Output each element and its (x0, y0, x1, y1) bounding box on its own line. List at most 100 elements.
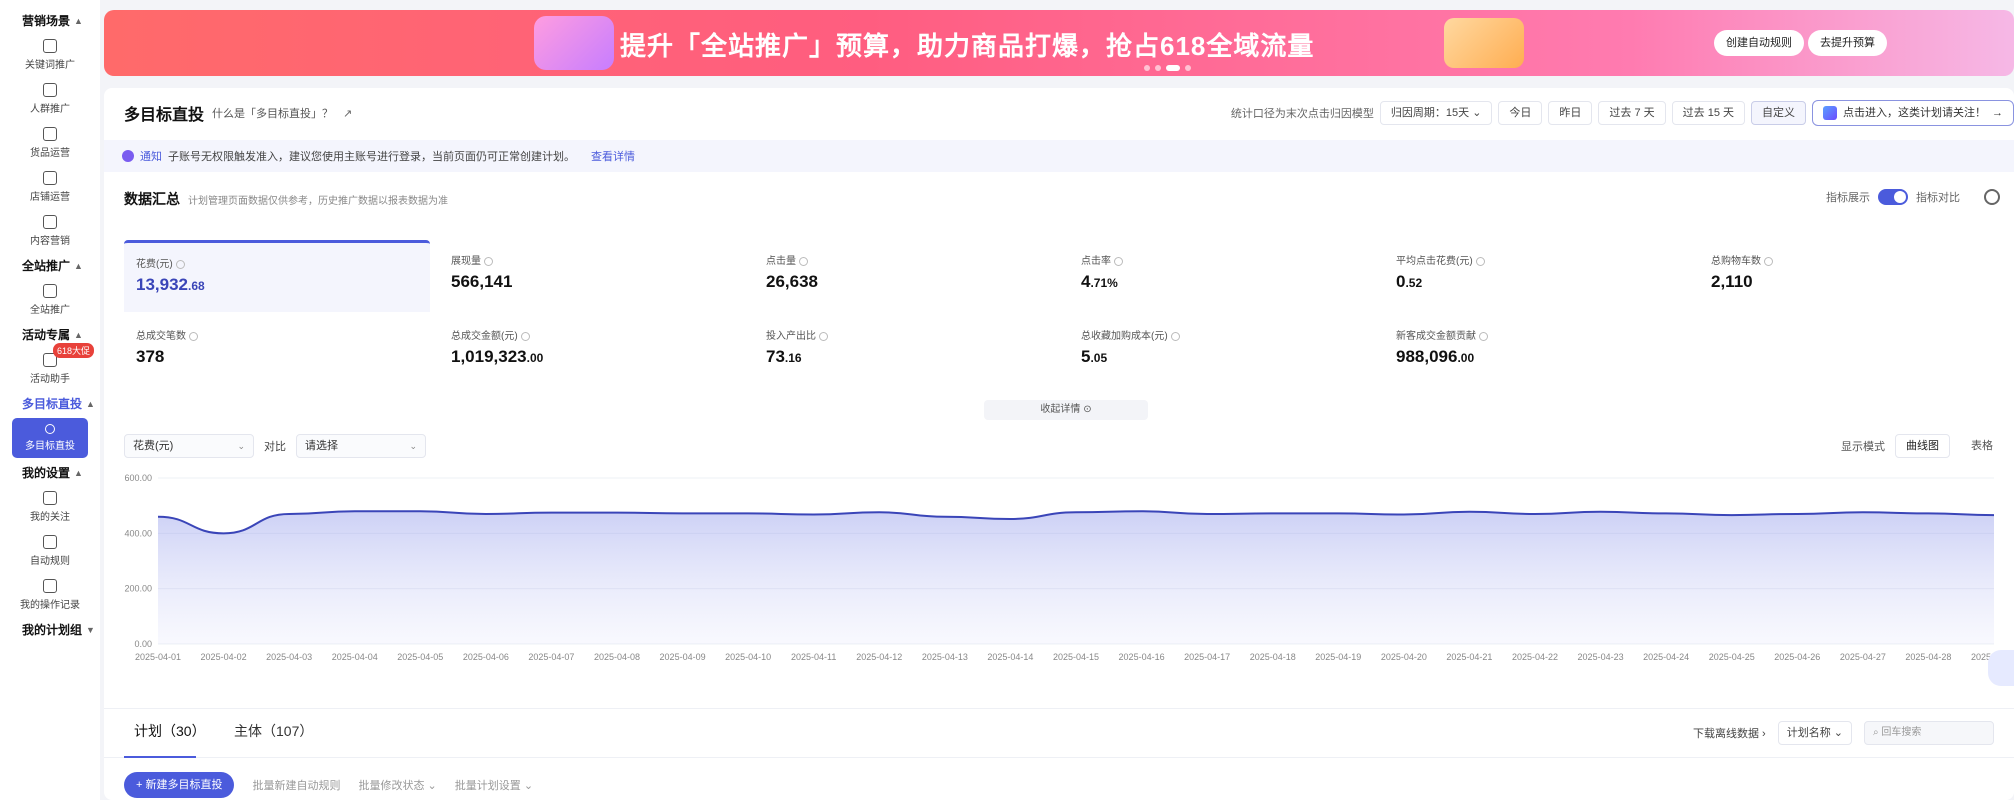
help-icon[interactable] (1170, 331, 1180, 341)
x-tick-label: 2025-04-27 (1840, 652, 1886, 662)
metric-label-text: 总成交笔数 (136, 331, 186, 342)
create-auto-rule-button[interactable]: 创建自动规则 (1714, 30, 1804, 56)
sidebar-item-label: 店铺运营 (30, 192, 70, 203)
metric-label-text: 总成交金额(元) (451, 331, 518, 342)
carousel-dot[interactable] (1144, 65, 1150, 71)
sidebar-item-op-log[interactable]: 我的操作记录 (0, 573, 100, 617)
x-tick-label: 2025-04-03 (266, 652, 312, 662)
sidebar: 营销场景 ▲ 关键词推广 人群推广 货品运营 店铺运营 内容营销 全站推广 ▲ 全站… (0, 0, 100, 800)
chevron-right-icon: › (1762, 728, 1766, 740)
range-15d[interactable]: 过去 15 天 (1671, 101, 1745, 125)
metric-int: 988,096 (1396, 347, 1458, 366)
help-icon[interactable] (799, 256, 808, 266)
help-icon[interactable] (175, 259, 185, 269)
batch-status-button[interactable]: 批量修改状态 ⌄ (358, 777, 436, 793)
x-tick-label: 2025-04-06 (463, 652, 509, 662)
carousel-dot[interactable] (1185, 65, 1191, 71)
mode-table-button[interactable]: 表格 (1960, 434, 2004, 458)
sidebar-item-label: 我的操作记录 (20, 600, 80, 611)
help-icon[interactable] (1114, 256, 1123, 266)
sidebar-item-multitarget[interactable]: 多目标直投 (12, 418, 88, 458)
search-input[interactable]: ⌕ 回车搜索 (1864, 721, 1994, 745)
display-mode-label: 显示模式 (1841, 441, 1885, 453)
range-custom[interactable]: 自定义 (1751, 101, 1806, 125)
metric-card[interactable]: 点击率 4.71% (1069, 240, 1375, 312)
metric-compare-toggle[interactable] (1878, 189, 1908, 205)
sidebar-group-plan-group[interactable]: 我的计划组 ▼ (0, 617, 100, 642)
tab-plan[interactable]: 计划（30） (134, 721, 206, 741)
metric-card[interactable]: 投入产出比 73.16 (754, 315, 1060, 387)
sidebar-item-keyword[interactable]: 关键词推广 (0, 33, 100, 77)
metric-card[interactable]: 总成交笔数 378 (124, 315, 430, 387)
mode-curve-button[interactable]: 曲线图 (1895, 434, 1950, 458)
sidebar-item-auto-rule[interactable]: 自动规则 (0, 529, 100, 573)
range-7d[interactable]: 过去 7 天 (1598, 101, 1666, 125)
stat-note: 统计口径为末次点击归因模型 (1230, 108, 1374, 120)
x-tick-label: 2025-04-16 (1119, 652, 1165, 662)
tab-subject[interactable]: 主体（107） (234, 721, 313, 741)
x-tick-label: 2025-04-04 (332, 652, 378, 662)
metric-label-text: 点击率 (1081, 256, 1111, 267)
metric-select[interactable]: 花费(元) ⌄ (124, 434, 254, 458)
metric-card[interactable]: 新客成交金额贡献 988,096.00 (1384, 315, 1690, 387)
sidebar-item-activity-helper[interactable]: 618大促 活动助手 (0, 343, 100, 391)
x-tick-label: 2025-04-05 (397, 652, 443, 662)
sidebar-item-store[interactable]: 店铺运营 (0, 165, 100, 209)
notice-detail-link[interactable]: 查看详情 (591, 148, 635, 164)
sidebar-group-settings[interactable]: 我的设置 ▲ (0, 460, 100, 485)
sidebar-group-marketing[interactable]: 营销场景 ▲ (0, 8, 100, 33)
sidebar-item-follow[interactable]: 我的关注 (0, 485, 100, 529)
metric-label-text: 花费(元) (136, 259, 173, 270)
metric-card[interactable]: 点击量 26,638 (754, 240, 1060, 312)
metric-card[interactable]: 展现量 566,141 (439, 240, 745, 312)
help-icon[interactable] (1764, 256, 1773, 266)
batch-auto-rule-button[interactable]: 批量新建自动规则 (252, 777, 340, 793)
notice-label: 通知 (140, 151, 162, 163)
batch-settings-button[interactable]: 批量计划设置 ⌄ (455, 777, 533, 793)
new-multitarget-button[interactable]: + 新建多目标直投 (124, 772, 235, 798)
sidebar-item-goods[interactable]: 货品运营 (0, 121, 100, 165)
plan-name-filter[interactable]: 计划名称 ⌄ (1777, 721, 1852, 745)
metric-card[interactable]: 总成交金额(元) 1,019,323.00 (439, 315, 745, 387)
promo-banner[interactable]: 提升「全站推广」预算，助力商品打爆，抢占618全域流量 创建自动规则 去提升预算 (104, 10, 2014, 76)
download-offline-link[interactable]: 下载离线数据 › (1693, 725, 1766, 741)
range-yesterday[interactable]: 昨日 (1548, 101, 1593, 125)
compare-select[interactable]: 请选择 ⌄ (296, 434, 426, 458)
metric-card[interactable]: 平均点击花费(元) 0.52 (1384, 240, 1690, 312)
x-tick-label: 2025-04-12 (856, 652, 902, 662)
help-icon[interactable] (520, 331, 530, 341)
raise-budget-button[interactable]: 去提升预算 (1808, 30, 1887, 56)
x-tick-label: 2025-04-28 (1905, 652, 1951, 662)
metric-label-text: 总收藏加购成本(元) (1081, 331, 1168, 342)
x-tick-label: 2025-04-26 (1774, 652, 1820, 662)
help-icon[interactable] (189, 331, 198, 341)
gear-icon[interactable] (1984, 189, 2000, 205)
ai-assistant-button[interactable] (1988, 650, 2014, 686)
promo-entry-button[interactable]: 点击进入，这类计划请关注！ → (1812, 100, 2014, 126)
metric-card[interactable]: 总收藏加购成本(元) 5.05 (1069, 315, 1375, 387)
metric-label: 点击率 (1081, 252, 1363, 267)
sidebar-item-content[interactable]: 内容营销 (0, 209, 100, 253)
download-offline-label: 下载离线数据 (1692, 728, 1759, 740)
y-tick-label: 400.00 (124, 528, 152, 538)
external-link-icon[interactable]: ↗ (343, 107, 352, 120)
carousel-dot[interactable] (1166, 65, 1180, 71)
help-icon[interactable] (819, 331, 828, 341)
range-today[interactable]: 今日 (1498, 101, 1543, 125)
help-icon[interactable] (484, 256, 493, 266)
main-panel: 多目标直投 什么是「多目标直投」？ ↗ 统计口径为末次点击归因模型 归因周期：1… (104, 88, 2014, 800)
sidebar-group-fullsite[interactable]: 全站推广 ▲ (0, 253, 100, 278)
help-icon[interactable] (1475, 256, 1485, 266)
sidebar-group-multitarget[interactable]: 多目标直投 ▲ (0, 391, 100, 416)
attribution-period-select[interactable]: 归因周期：15天 ⌄ (1379, 101, 1493, 125)
megaphone-icon (1444, 18, 1524, 68)
carousel-dots[interactable] (1144, 65, 1191, 71)
metric-card[interactable]: 总购物车数 2,110 (1699, 240, 2005, 312)
carousel-dot[interactable] (1155, 65, 1161, 71)
sidebar-item-fullsite[interactable]: 全站推广 (0, 278, 100, 322)
help-icon[interactable] (1479, 331, 1488, 341)
sidebar-item-crowd[interactable]: 人群推广 (0, 77, 100, 121)
what-is-link[interactable]: 什么是「多目标直投」？ (212, 105, 333, 121)
collapse-details-button[interactable]: 收起详情 ⊙ (984, 400, 1148, 420)
metric-card[interactable]: 花费(元) 13,932.68 (124, 240, 430, 312)
